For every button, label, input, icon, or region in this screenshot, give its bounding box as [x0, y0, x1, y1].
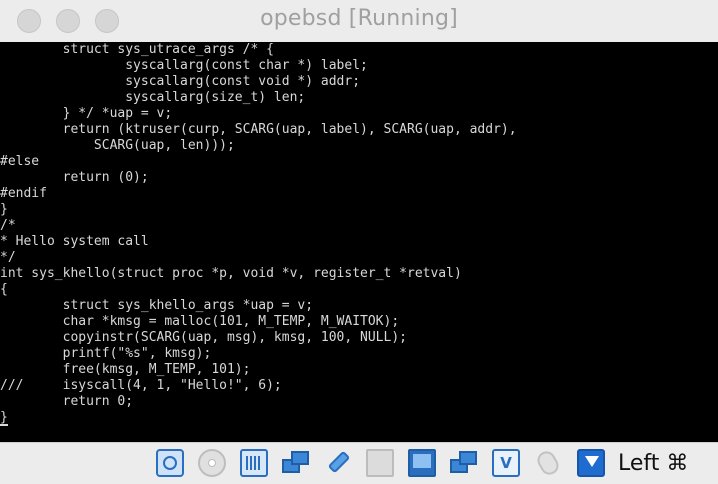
- network-icon[interactable]: [282, 449, 310, 477]
- console-line: syscallarg(const char *) label;: [0, 58, 368, 73]
- console-line: syscallarg(size_t) len;: [0, 90, 306, 105]
- title-bar: opebsd [Running]: [0, 0, 718, 43]
- console-line: * Hello system call: [0, 234, 149, 249]
- host-key-label: Left ⌘: [618, 451, 689, 476]
- video-capture-icon[interactable]: [450, 449, 478, 477]
- console-line: return 0;: [0, 394, 134, 409]
- console-line: }: [0, 410, 517, 426]
- console-line: struct sys_khello_args *uap = v;: [0, 298, 314, 313]
- console-line: #else: [0, 154, 40, 169]
- console-line: */: [0, 250, 16, 265]
- display-icon[interactable]: [408, 449, 436, 477]
- mouse-shape: [534, 448, 562, 478]
- vm-console-screen[interactable]: struct sys_utrace_args /* { syscallarg(c…: [0, 42, 718, 442]
- optical-drive-icon[interactable]: [156, 449, 184, 477]
- console-line: printf("%s", kmsg);: [0, 346, 212, 361]
- usb-plug: [327, 450, 351, 474]
- console-line: SCARG(uap, len)));: [0, 138, 235, 153]
- console-line: {: [0, 282, 8, 297]
- shared-folders-icon[interactable]: [366, 449, 394, 477]
- vm-window: opebsd [Running] struct sys_utrace_args …: [0, 0, 718, 484]
- audio-icon[interactable]: [240, 449, 268, 477]
- window-title: opebsd [Running]: [260, 6, 458, 31]
- hard-disk-icon[interactable]: [198, 449, 226, 477]
- console-line: struct sys_utrace_args /* {: [0, 42, 274, 57]
- console-line-text: }: [0, 410, 8, 425]
- console-line: syscallarg(const void *) addr;: [0, 74, 361, 89]
- text-cursor: [0, 424, 8, 426]
- console-line: } */ *uap = v;: [0, 106, 173, 121]
- network-adapter-front: [291, 451, 309, 465]
- virtualization-icon[interactable]: V: [492, 449, 520, 477]
- console-line: #endif: [0, 186, 47, 201]
- console-line: free(kmsg, M_TEMP, 101);: [0, 362, 251, 377]
- keyboard-capture-icon[interactable]: [577, 449, 605, 477]
- status-bar: V Left ⌘: [0, 442, 718, 484]
- usb-icon[interactable]: [324, 449, 352, 477]
- mouse-integration-icon[interactable]: [534, 448, 562, 478]
- console-line: return (ktruser(curp, SCARG(uap, label),…: [0, 122, 517, 137]
- capture-screen-front: [459, 451, 477, 465]
- console-line: copyinstr(SCARG(uap, msg), kmsg, 100, NU…: [0, 330, 407, 345]
- console-line: /*: [0, 218, 16, 233]
- console-line: }: [0, 202, 8, 217]
- console-line: return (0);: [0, 170, 149, 185]
- console-line: int sys_khello(struct proc *p, void *v, …: [0, 266, 462, 281]
- console-line: /// isyscall(4, 1, "Hello!", 6);: [0, 378, 282, 393]
- console-text: struct sys_utrace_args /* { syscallarg(c…: [0, 42, 517, 426]
- console-line: char *kmsg = malloc(101, M_TEMP, M_WAITO…: [0, 314, 400, 329]
